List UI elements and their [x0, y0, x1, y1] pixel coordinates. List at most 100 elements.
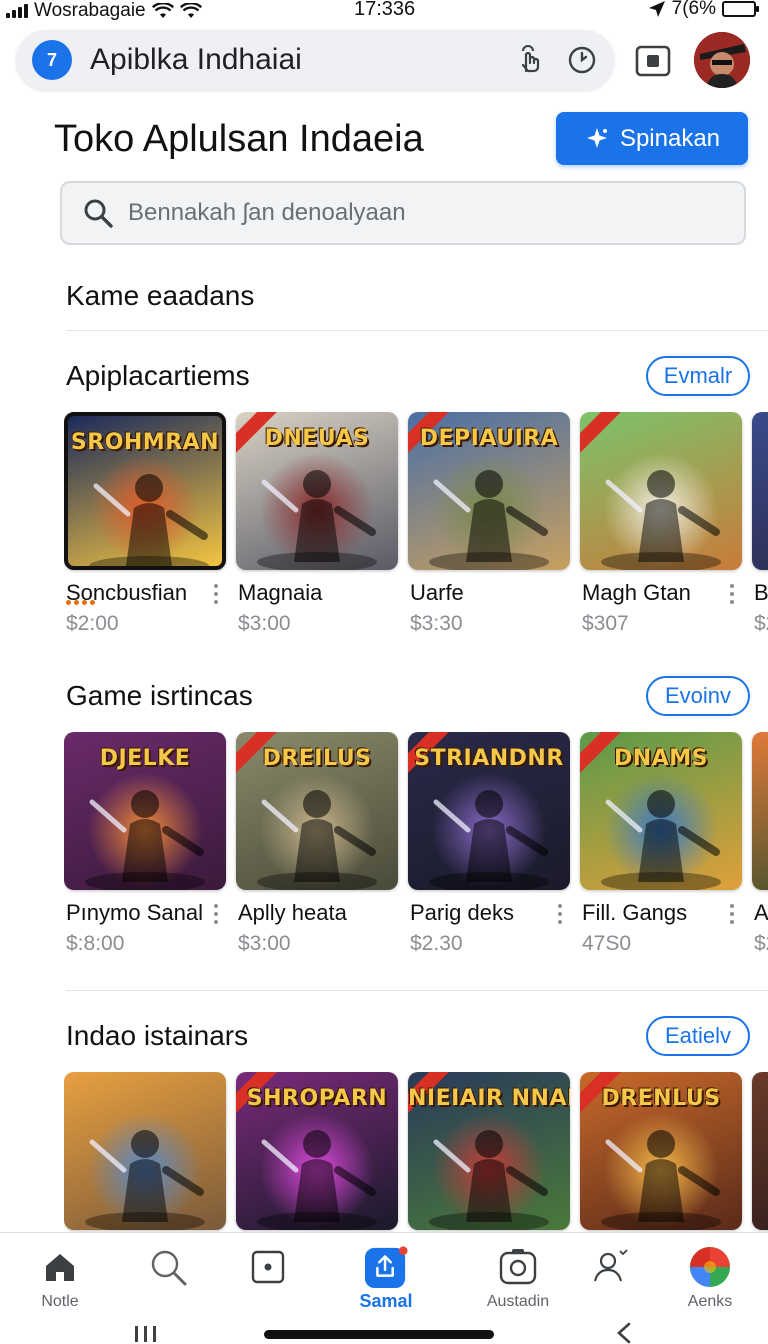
- app-card[interactable]: [752, 1072, 768, 1230]
- app-search-bar[interactable]: 7 Apiblka Indhaiai: [16, 30, 614, 90]
- record-button[interactable]: [630, 40, 676, 82]
- system-nav-bar: [0, 1314, 768, 1344]
- app-card[interactable]: STRIANDNR Parig deks $2.30: [408, 732, 570, 955]
- app-name: Fill. Gangs: [582, 900, 688, 925]
- square-dot-icon: [246, 1245, 290, 1289]
- status-left: Wosrabagaie: [0, 0, 202, 22]
- app-card[interactable]: Magh Gtan $307: [580, 412, 742, 635]
- nav-item-square[interactable]: [208, 1233, 328, 1315]
- nav-item-extra[interactable]: Aenks: [650, 1233, 768, 1315]
- game-thumbnail[interactable]: DNEUAS: [236, 412, 398, 570]
- app-price: $3:00: [238, 932, 291, 955]
- more-options-icon[interactable]: [730, 584, 736, 604]
- recents-icon[interactable]: [132, 1324, 160, 1344]
- nav-item-home[interactable]: Notle: [0, 1233, 120, 1315]
- game-logo-text: DNEUAS: [264, 426, 370, 451]
- app-card[interactable]: Ba $2: [752, 412, 768, 635]
- game-thumbnail[interactable]: DJELKE: [64, 732, 226, 890]
- app-card[interactable]: [64, 1072, 226, 1230]
- app-card[interactable]: DNAMS Fill. Gangs 47S0: [580, 732, 742, 955]
- search-icon: [146, 1245, 190, 1289]
- wifi-icon: [151, 3, 174, 18]
- search-input[interactable]: [128, 199, 688, 227]
- app-card[interactable]: DNEUAS Magnaia $3:00: [236, 412, 398, 635]
- game-thumbnail[interactable]: DREILUS: [236, 732, 398, 890]
- nav-item-apps[interactable]: Samal: [326, 1233, 446, 1315]
- see-more-button[interactable]: Evoinv: [646, 676, 750, 716]
- profile-icon: [588, 1245, 632, 1289]
- character-art: [601, 470, 721, 570]
- see-more-button[interactable]: Evmalr: [646, 356, 750, 396]
- character-art: [752, 1072, 768, 1230]
- more-options-icon[interactable]: [558, 904, 564, 924]
- battery-percent: 7(6%: [671, 0, 716, 19]
- game-logo-text: DJELKE: [99, 746, 191, 771]
- app-name: Aplly heata: [238, 900, 347, 925]
- game-logo-text: DNAMS: [614, 746, 708, 771]
- game-logo-text: SROHMRAN: [70, 430, 220, 455]
- sub-heading: Kame eaadans: [66, 280, 255, 311]
- search-box[interactable]: [60, 181, 746, 245]
- nav-label: Samal: [359, 1291, 413, 1311]
- game-thumbnail[interactable]: SROHMRAN: [64, 412, 226, 570]
- game-thumbnail[interactable]: NIEIAIR NNAN: [408, 1072, 570, 1230]
- card-carousel[interactable]: SROHMRAN Soncbusfian $2:00 DNEUAS Magnaia $3:…: [64, 412, 768, 642]
- cta-label: Spinakan: [619, 124, 721, 152]
- home-icon: [38, 1245, 82, 1289]
- page-indicator: [66, 600, 95, 605]
- app-price: $2.30: [410, 932, 463, 955]
- touch-icon[interactable]: [510, 40, 550, 80]
- game-logo-text: DRENLUS: [601, 1086, 721, 1111]
- app-card[interactable]: SROHMRAN Soncbusfian $2:00: [64, 412, 226, 635]
- game-thumbnail[interactable]: [64, 1072, 226, 1230]
- character-art: [85, 1130, 205, 1230]
- search-icon: [84, 199, 113, 228]
- game-thumbnail[interactable]: DRENLUS: [580, 1072, 742, 1230]
- app-badge[interactable]: 7: [32, 40, 72, 80]
- status-bar: Wosrabagaie 17:336 7(6%: [0, 0, 768, 22]
- cta-button[interactable]: Spinakan: [556, 112, 748, 165]
- game-logo-text: DREILUS: [262, 746, 372, 771]
- battery-icon: [722, 1, 759, 17]
- carrier-label: Wosrabagaie: [34, 0, 146, 21]
- section-title: Indao istainars: [66, 1020, 249, 1051]
- avatar[interactable]: [694, 32, 750, 88]
- app-card[interactable]: NIEIAIR NNAN: [408, 1072, 570, 1230]
- app-price: $2:00: [66, 612, 119, 635]
- app-card[interactable]: DREILUS Aplly heata $3:00: [236, 732, 398, 955]
- game-logo-text: STRIANDNR: [414, 746, 564, 771]
- app-price: 47S0: [582, 932, 632, 955]
- game-thumbnail[interactable]: STRIANDNR: [408, 732, 570, 890]
- clock-icon[interactable]: [562, 40, 602, 80]
- see-more-button[interactable]: Eatielv: [646, 1016, 750, 1056]
- game-logo-text: SHROPARN: [246, 1086, 388, 1111]
- game-thumbnail[interactable]: [752, 412, 768, 570]
- app-card[interactable]: DJELKE Pınymo Sanal $:8:00: [64, 732, 226, 955]
- app-card[interactable]: Ac $2: [752, 732, 768, 955]
- more-options-icon[interactable]: [214, 904, 220, 924]
- app-title: Apiblka Indhaiai: [90, 43, 302, 76]
- app-card[interactable]: SHROPARN: [236, 1072, 398, 1230]
- app-name: Ba: [754, 580, 768, 605]
- nav-label: Notle: [41, 1293, 79, 1310]
- game-thumbnail[interactable]: [752, 732, 768, 890]
- status-time: 17:336: [354, 0, 416, 20]
- more-options-icon[interactable]: [730, 904, 736, 924]
- character-art: [752, 412, 768, 570]
- game-thumbnail[interactable]: [752, 1072, 768, 1230]
- colorful-orb-icon: [688, 1245, 732, 1289]
- app-card[interactable]: DRENLUS: [580, 1072, 742, 1230]
- back-icon[interactable]: [614, 1322, 634, 1344]
- app-name: Magnaia: [238, 580, 323, 605]
- app-name: Pınymo Sanal: [66, 900, 203, 925]
- more-options-icon[interactable]: [214, 584, 220, 604]
- game-thumbnail[interactable]: DNAMS: [580, 732, 742, 890]
- game-thumbnail[interactable]: SHROPARN: [236, 1072, 398, 1230]
- card-carousel[interactable]: DJELKE Pınymo Sanal $:8:00 DREILUS Aplly hea…: [64, 732, 768, 962]
- divider: [66, 990, 768, 991]
- game-thumbnail[interactable]: [580, 412, 742, 570]
- home-pill[interactable]: [264, 1330, 494, 1339]
- game-thumbnail[interactable]: DEPIAUIRA: [408, 412, 570, 570]
- app-name: Magh Gtan: [582, 580, 691, 605]
- app-card[interactable]: DEPIAUIRA Uarfe $3:30: [408, 412, 570, 635]
